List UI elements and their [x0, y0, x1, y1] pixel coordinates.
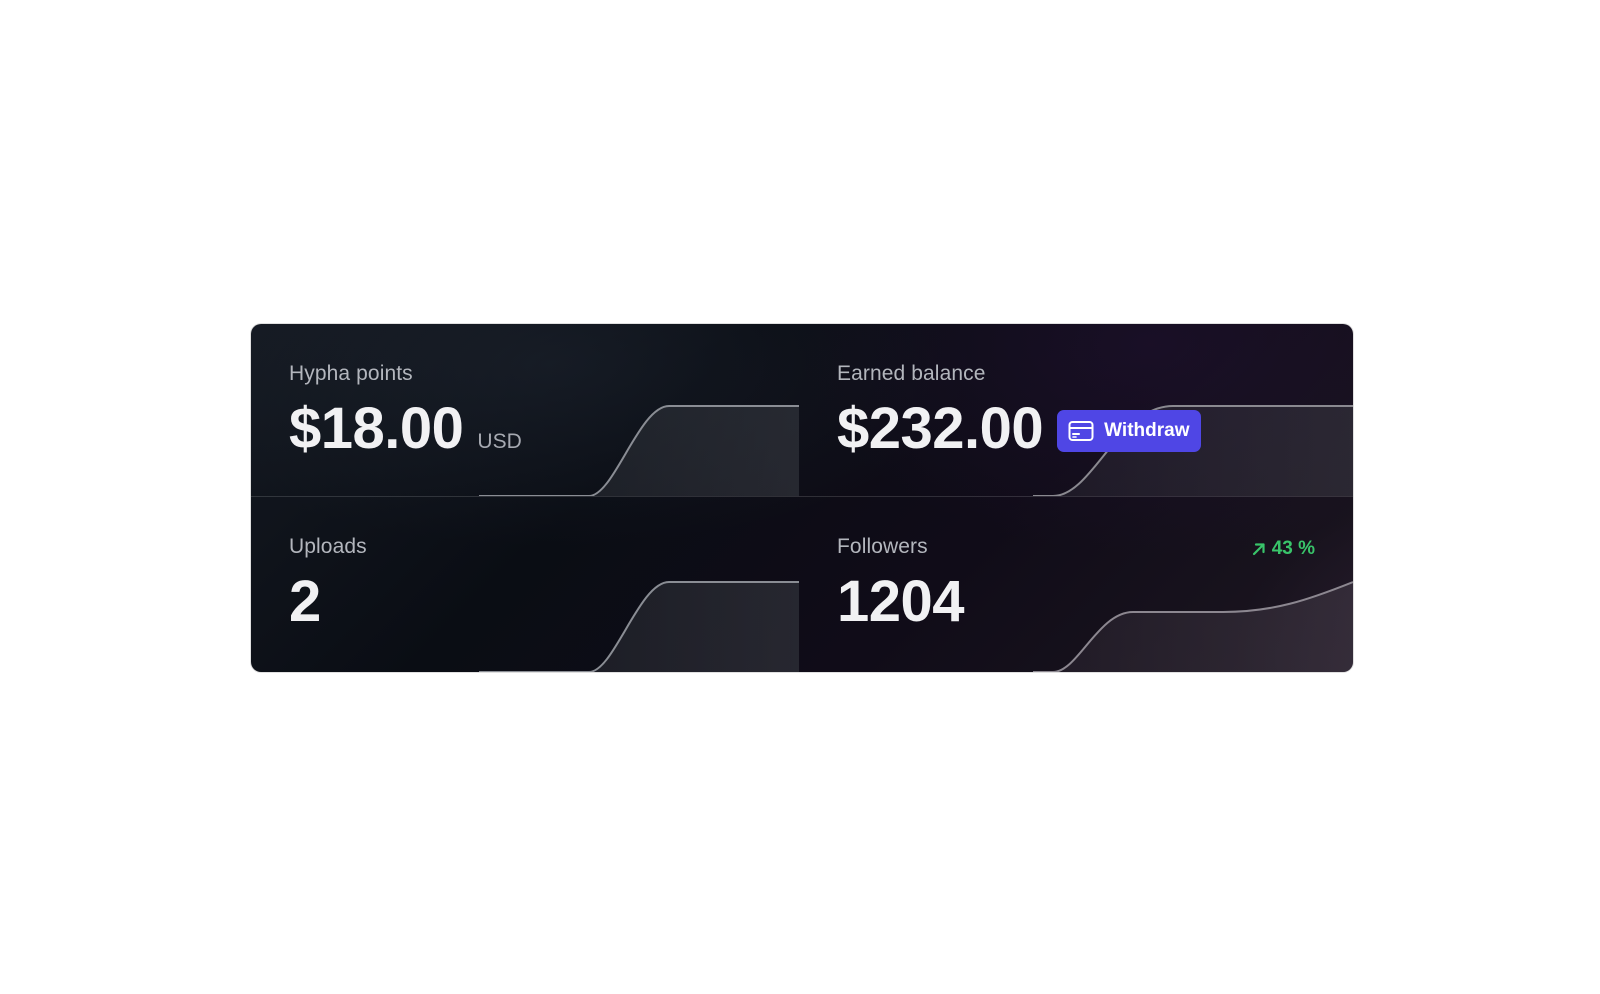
earned-balance-value: $232.00	[837, 396, 1044, 461]
hypha-points-value: $18.00	[289, 396, 464, 461]
credit-card-icon	[1068, 420, 1094, 442]
followers-label: Followers	[837, 535, 928, 558]
stat-uploads: Uploads 2	[251, 497, 799, 672]
stats-grid: Hypha points $18.00 USD Earned balance $…	[251, 324, 1353, 672]
stats-card: Hypha points $18.00 USD Earned balance $…	[251, 324, 1353, 672]
earned-balance-label: Earned balance	[837, 362, 986, 385]
withdraw-label: Withdraw	[1104, 420, 1190, 441]
stat-followers: Followers 1204 43 %	[799, 497, 1353, 672]
hypha-points-label: Hypha points	[289, 362, 413, 385]
followers-value: 1204	[837, 569, 965, 634]
withdraw-button[interactable]: Withdraw	[1057, 410, 1202, 452]
arrow-up-right-icon	[1251, 541, 1267, 557]
hypha-points-unit: USD	[477, 430, 522, 453]
followers-trend-value: 43 %	[1271, 538, 1315, 559]
stat-hypha-points: Hypha points $18.00 USD	[251, 324, 799, 497]
stat-earned-balance: Earned balance $232.00 Withdraw	[799, 324, 1353, 497]
uploads-label: Uploads	[289, 535, 367, 558]
followers-trend-badge: 43 %	[1251, 538, 1315, 560]
uploads-value: 2	[289, 569, 321, 634]
